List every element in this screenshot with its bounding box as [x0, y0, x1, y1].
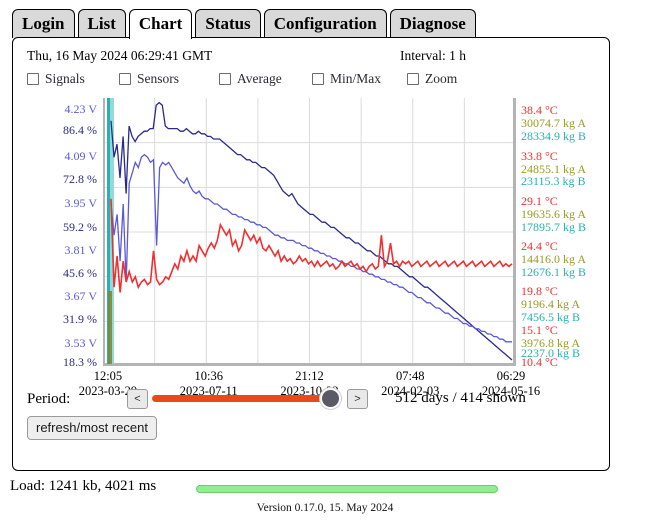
- refresh-most-recent-button[interactable]: refresh/most recent: [27, 416, 157, 440]
- left-axis-tick: 45.6 %: [63, 265, 97, 280]
- left-axis-tick: 3.81 V: [64, 242, 97, 257]
- status-bar: Load: 1241 kb, 4021 ms: [0, 478, 650, 500]
- checkbox-sensors-label: Sensors: [137, 71, 180, 86]
- y-axis-left: 4.23 V 86.4 % 4.09 V 72.8 % 3.95 V 59.2 % 3.81…: [19, 96, 97, 396]
- checkbox-average[interactable]: Average: [219, 71, 282, 87]
- right-axis-tick: 9196.4 kg A: [521, 296, 581, 311]
- right-axis-tick: 19.8 °C: [521, 284, 558, 299]
- version-label: Version 0.17.0, 15. May 2024: [256, 502, 394, 514]
- tab-diagnose[interactable]: Diagnose: [389, 9, 476, 38]
- right-axis-tick: 10.4 °C: [521, 355, 558, 369]
- tab-login[interactable]: Login: [12, 9, 75, 38]
- right-axis-tick: 19635.6 kg A: [521, 206, 587, 221]
- right-axis-tick: 14416.0 kg A: [521, 251, 587, 266]
- left-axis-tick: 3.95 V: [64, 196, 97, 211]
- left-axis-tick: 59.2 %: [63, 219, 97, 234]
- period-controls: Period: < > 512 days / 414 shown: [27, 386, 597, 414]
- checkbox-signals-label: Signals: [45, 71, 85, 86]
- left-axis-tick: 4.23 V: [64, 102, 97, 117]
- period-prev-button[interactable]: <: [127, 389, 148, 409]
- checkbox-average-label: Average: [237, 71, 282, 86]
- chart-panel: Thu, 16 May 2024 06:29:41 GMT Interval: …: [12, 37, 610, 471]
- left-axis-tick: 18.3 %: [63, 355, 97, 369]
- plot-area[interactable]: [102, 98, 517, 366]
- left-axis-tick: 4.09 V: [64, 148, 97, 163]
- left-axis-tick: 3.67 V: [64, 289, 97, 304]
- tab-status[interactable]: Status: [195, 9, 261, 38]
- period-summary: 512 days / 414 shown: [395, 390, 526, 406]
- right-axis-tick: 17895.7 kg B: [521, 219, 587, 234]
- chart-page: Login List Chart Status Configuration Di…: [0, 0, 650, 530]
- checkbox-box-icon[interactable]: [312, 73, 324, 85]
- tab-bar: Login List Chart Status Configuration Di…: [0, 0, 650, 39]
- current-datetime: Thu, 16 May 2024 06:29:41 GMT: [27, 48, 213, 63]
- checkbox-sensors[interactable]: Sensors: [119, 71, 179, 87]
- checkbox-zoom-label: Zoom: [425, 71, 458, 86]
- load-progress-bar: [196, 485, 498, 493]
- right-axis-tick: 23115.3 kg B: [521, 174, 586, 189]
- right-axis-tick: 38.4 °C: [521, 103, 558, 118]
- series-temperature: [110, 198, 513, 293]
- checkbox-box-icon[interactable]: [219, 73, 231, 85]
- right-axis-tick: 7456.5 kg B: [521, 309, 581, 324]
- chart-svg: [102, 98, 517, 366]
- right-axis-tick: 29.1 °C: [521, 193, 558, 208]
- tab-chart[interactable]: Chart: [128, 9, 193, 39]
- period-label: Period:: [27, 391, 71, 407]
- checkbox-minmax-label: Min/Max: [330, 71, 382, 86]
- checkbox-box-icon[interactable]: [119, 73, 131, 85]
- checkbox-minmax[interactable]: Min/Max: [312, 71, 381, 87]
- right-axis-tick: 15.1 °C: [521, 322, 558, 337]
- checkbox-box-icon[interactable]: [407, 73, 419, 85]
- left-axis-tick: 72.8 %: [63, 171, 97, 186]
- chart-meta-row: Thu, 16 May 2024 06:29:41 GMT Interval: …: [27, 48, 597, 66]
- left-axis-tick: 86.4 %: [63, 122, 97, 137]
- left-axis-tick: 3.53 V: [64, 335, 97, 350]
- y-axis-right: 38.4 °C 30074.7 kg A 28334.9 kg B 33.8 °C 24…: [521, 96, 607, 396]
- chart-area: 4.23 V 86.4 % 4.09 V 72.8 % 3.95 V 59.2 % 3.81…: [13, 96, 609, 426]
- period-slider[interactable]: [152, 388, 342, 409]
- checkbox-box-icon[interactable]: [27, 73, 39, 85]
- load-status-text: Load: 1241 kb, 4021 ms: [10, 478, 157, 494]
- checkbox-signals[interactable]: Signals: [27, 71, 85, 87]
- right-axis-tick: 24855.1 kg A: [521, 161, 587, 176]
- tab-list[interactable]: List: [77, 9, 126, 38]
- slider-track[interactable]: [152, 395, 342, 402]
- slider-thumb[interactable]: [320, 388, 341, 409]
- interval-label: Interval: 1 h: [400, 48, 466, 63]
- right-axis-tick: 28334.9 kg B: [521, 129, 587, 144]
- tab-configuration[interactable]: Configuration: [263, 9, 387, 38]
- period-next-button[interactable]: >: [347, 389, 368, 409]
- right-axis-tick: 24.4 °C: [521, 238, 558, 253]
- right-axis-tick: 12676.1 kg B: [521, 264, 587, 279]
- right-axis-tick: 33.8 °C: [521, 148, 558, 163]
- right-axis-tick: 30074.7 kg A: [521, 116, 587, 131]
- series-volt: [110, 153, 512, 343]
- left-axis-tick: 31.9 %: [63, 312, 97, 327]
- chart-options-row: Signals Sensors Average Min/Max Zoom: [27, 71, 597, 91]
- checkbox-zoom[interactable]: Zoom: [407, 71, 457, 87]
